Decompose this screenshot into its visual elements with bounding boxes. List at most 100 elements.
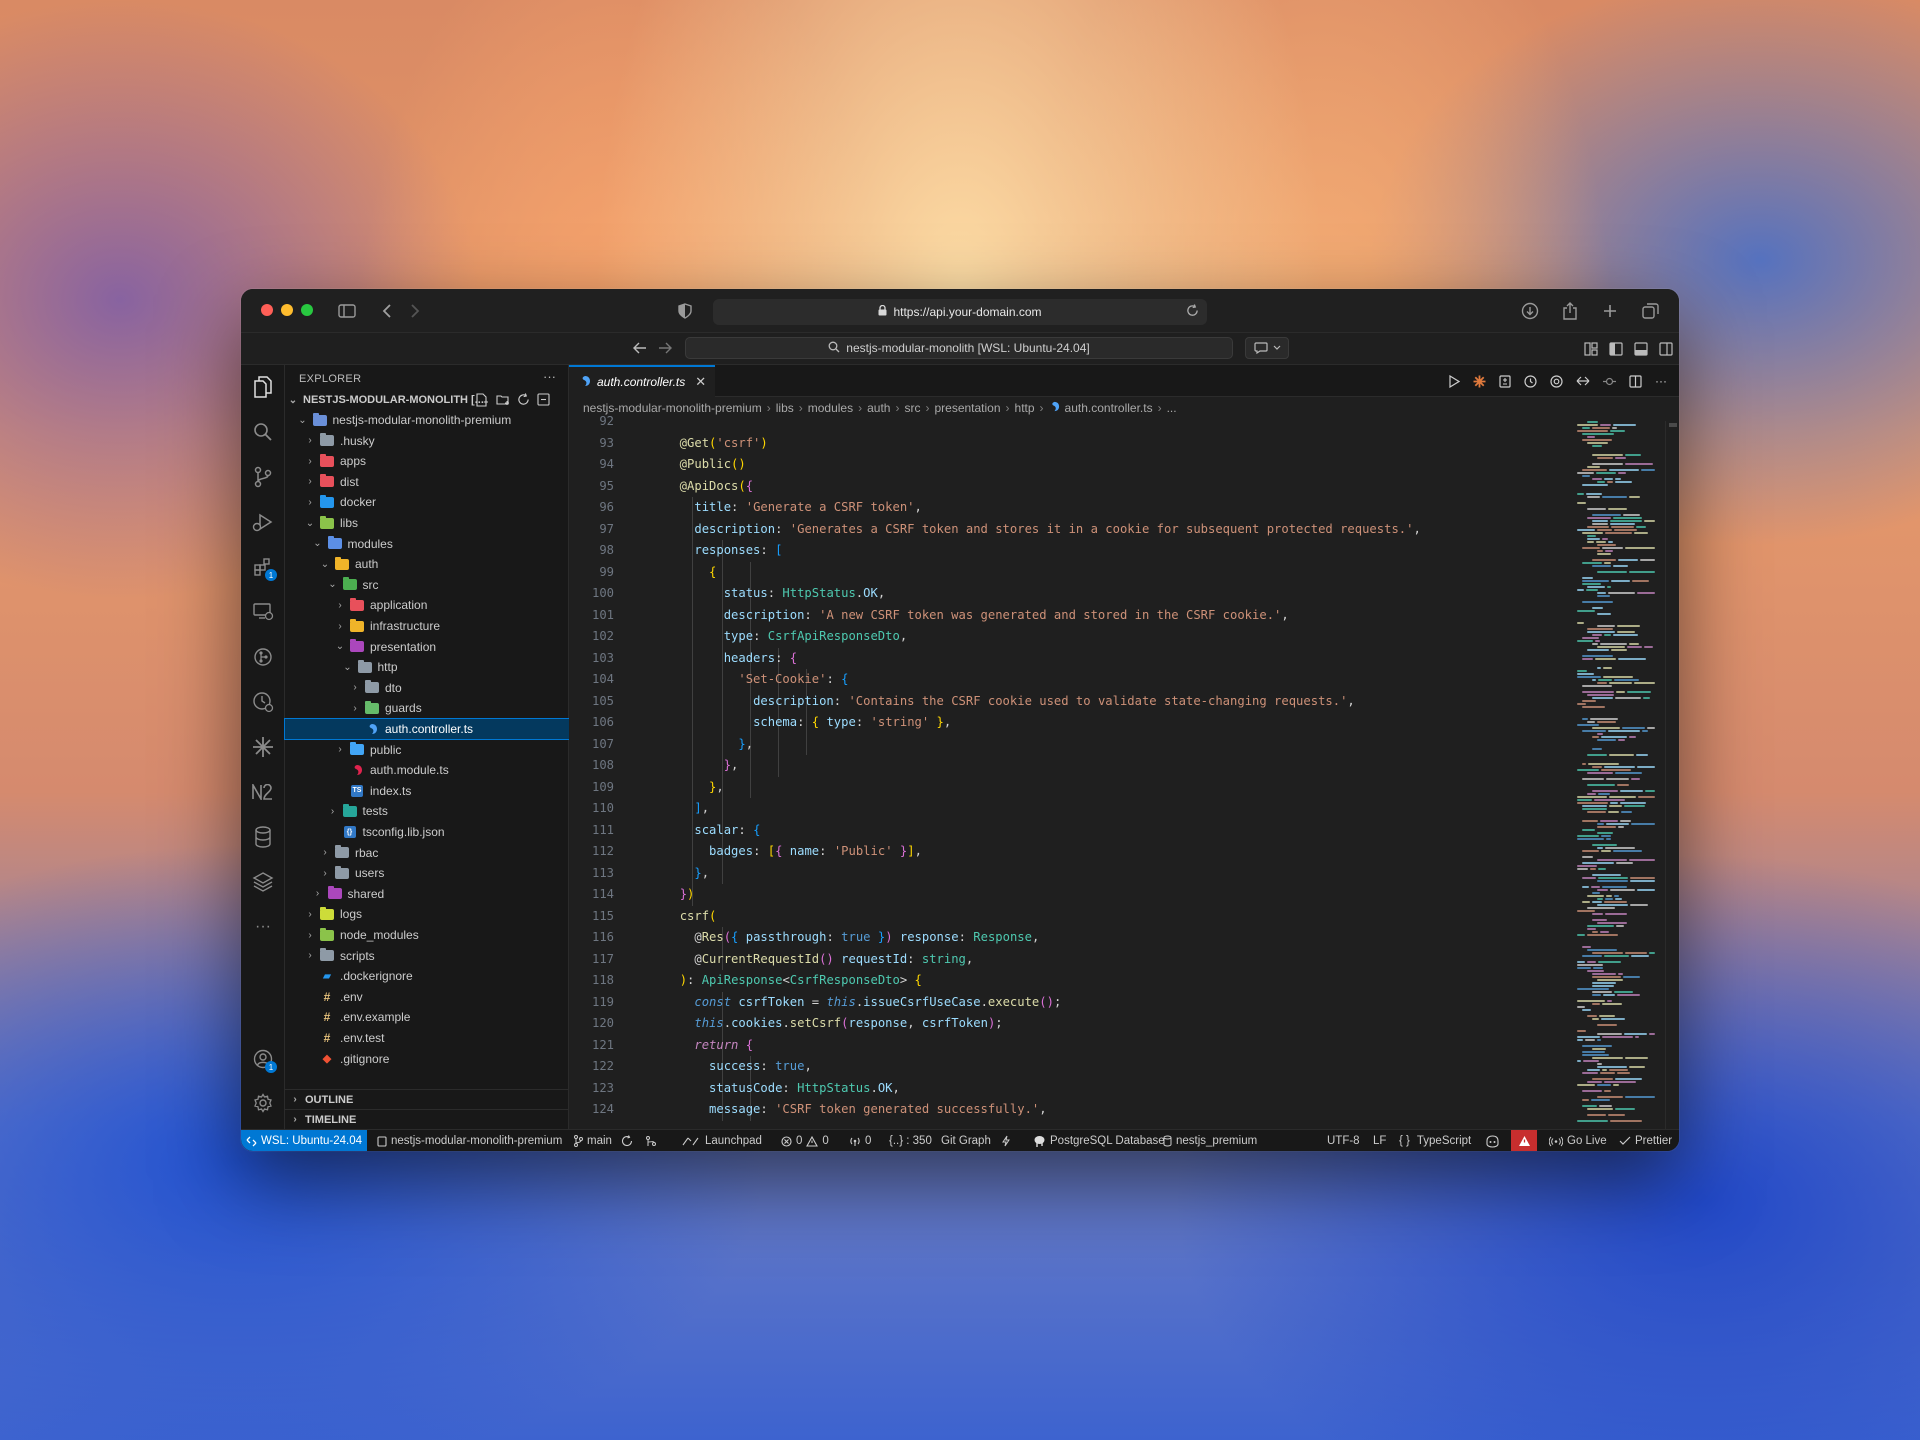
tree-folder[interactable]: › guards — [285, 698, 569, 718]
nav-back-icon[interactable] — [633, 341, 647, 359]
privacy-shield-icon[interactable] — [675, 299, 695, 323]
collapse-folders-icon[interactable] — [537, 393, 551, 410]
language-indicator[interactable]: { } TypeScript — [1399, 1130, 1471, 1151]
toggle-secondary-sidebar-icon[interactable] — [1659, 342, 1673, 361]
openai-icon[interactable] — [1550, 374, 1563, 388]
code-line[interactable]: type: CsrfApiResponseDto, — [665, 626, 907, 648]
tree-file[interactable]: # .env — [285, 987, 569, 1007]
breadcrumb-item[interactable]: libs — [776, 401, 794, 415]
eol-indicator[interactable]: LF — [1373, 1130, 1386, 1151]
tree-file[interactable]: ◆ .gitignore — [285, 1049, 569, 1069]
tree-folder[interactable]: › users — [285, 863, 569, 883]
breadcrumb-item[interactable]: modules — [808, 401, 853, 415]
alert-badge[interactable] — [1511, 1130, 1537, 1151]
code-view[interactable]: 92 93 @Get('csrf') 94 @Public() 95 @ApiDocs… — [569, 414, 1569, 1129]
tree-file[interactable]: TS index.ts — [285, 781, 569, 801]
git-graph-icon[interactable] — [645, 1130, 657, 1151]
code-line[interactable]: 'Set-Cookie': { — [665, 669, 848, 691]
open-changes-icon[interactable] — [1499, 374, 1511, 388]
more-views-icon[interactable]: ··· — [249, 913, 277, 941]
git-history-icon[interactable] — [249, 688, 277, 716]
tree-file[interactable]: auth.module.ts — [285, 760, 569, 780]
explorer-icon[interactable] — [249, 373, 277, 401]
run-debug-icon[interactable] — [249, 508, 277, 536]
tree-folder[interactable]: ⌄ src — [285, 575, 569, 595]
back-icon[interactable] — [377, 299, 397, 323]
nx-console-icon[interactable] — [249, 778, 277, 806]
outline-section[interactable]: › OUTLINE — [285, 1089, 569, 1109]
code-line[interactable]: @CurrentRequestId() requestId: string, — [665, 949, 973, 971]
breadcrumb-item[interactable]: auth — [867, 401, 890, 415]
code-line[interactable]: ], — [665, 798, 709, 820]
git-commit-icon[interactable] — [1603, 375, 1616, 388]
tree-file[interactable]: {} tsconfig.lib.json — [285, 822, 569, 842]
tree-file[interactable]: ▰ .dockerignore — [285, 966, 569, 986]
problems-indicator[interactable]: 0 0 — [781, 1130, 829, 1151]
tree-folder[interactable]: › .husky — [285, 431, 569, 451]
code-line[interactable]: @Public() — [665, 454, 746, 476]
tree-file[interactable]: auth.controller.ts — [284, 718, 570, 740]
settings-gear-icon[interactable] — [249, 1089, 277, 1117]
code-line[interactable]: description: 'Contains the CSRF cookie u… — [665, 691, 1355, 713]
close-tab-icon[interactable]: ✕ — [695, 374, 706, 390]
tree-folder[interactable]: ⌄ libs — [285, 513, 569, 533]
database-icon[interactable] — [249, 823, 277, 851]
tree-folder[interactable]: ⌄ modules — [285, 534, 569, 554]
code-line[interactable]: responses: [ — [665, 540, 782, 562]
sidebar-toggle-icon[interactable] — [335, 299, 359, 323]
tree-folder[interactable]: ⌄ auth — [285, 554, 569, 574]
code-line[interactable]: badges: [{ name: 'Public' }], — [665, 841, 922, 863]
tree-folder[interactable]: › docker — [285, 492, 569, 512]
workspace-root-header[interactable]: ⌄ NESTJS-MODULAR-MONOLITH [... — [285, 390, 569, 410]
source-control-icon[interactable] — [249, 463, 277, 491]
code-line[interactable]: }, — [665, 777, 724, 799]
reload-icon[interactable] — [1186, 304, 1199, 320]
breadcrumb-item[interactable]: http — [1015, 401, 1035, 415]
code-line[interactable]: }, — [665, 755, 739, 777]
encoding-indicator[interactable]: UTF-8 — [1327, 1130, 1360, 1151]
extensions-icon[interactable]: 1 — [249, 553, 277, 581]
layers-icon[interactable] — [249, 868, 277, 896]
cursor-position[interactable]: {..} : 350 — [889, 1130, 932, 1151]
git-branch-indicator[interactable]: main — [573, 1130, 612, 1151]
new-folder-icon[interactable] — [496, 393, 510, 410]
timeline-section[interactable]: › TIMELINE — [285, 1109, 569, 1129]
code-line[interactable]: { — [665, 562, 716, 584]
tree-folder[interactable]: › logs — [285, 904, 569, 924]
new-file-icon[interactable] — [475, 393, 489, 410]
code-line[interactable]: statusCode: HttpStatus.OK, — [665, 1078, 900, 1100]
editor-more-actions-icon[interactable]: ··· — [1655, 374, 1667, 388]
timeline-history-icon[interactable] — [1524, 374, 1537, 388]
tree-folder[interactable]: › tests — [285, 801, 569, 821]
ai-spark-icon[interactable] — [249, 733, 277, 761]
tree-folder[interactable]: › node_modules — [285, 925, 569, 945]
code-line[interactable]: scalar: { — [665, 820, 760, 842]
toggle-primary-sidebar-icon[interactable] — [1609, 342, 1623, 361]
share-icon[interactable] — [1559, 299, 1581, 323]
command-center-search[interactable]: nestjs-modular-monolith [WSL: Ubuntu-24.… — [685, 337, 1233, 359]
git-graph-button[interactable]: Git Graph — [941, 1130, 991, 1151]
new-tab-icon[interactable] — [1599, 299, 1621, 323]
code-line[interactable]: status: HttpStatus.OK, — [665, 583, 885, 605]
breadcrumb-item[interactable]: src — [904, 401, 920, 415]
tree-folder[interactable]: ⌄ nestjs-modular-monolith-premium — [285, 410, 569, 430]
code-line[interactable]: return { — [665, 1035, 753, 1057]
accounts-icon[interactable]: 1 — [249, 1045, 277, 1073]
ports-indicator[interactable]: 0 — [849, 1130, 871, 1151]
db-connection-indicator[interactable]: nestjs_premium — [1163, 1130, 1257, 1151]
code-line[interactable]: success: true, — [665, 1056, 812, 1078]
code-line[interactable]: @Res({ passthrough: true }) response: Re… — [665, 927, 1039, 949]
downloads-icon[interactable] — [1519, 299, 1541, 323]
explorer-more-actions-icon[interactable]: ··· — [543, 369, 556, 384]
code-line[interactable]: @Get('csrf') — [665, 433, 768, 455]
code-line[interactable]: csrf( — [665, 906, 717, 928]
tab-overview-icon[interactable] — [1639, 299, 1661, 323]
compare-icon[interactable] — [1576, 375, 1590, 387]
remote-explorer-icon[interactable] — [249, 598, 277, 626]
split-editor-icon[interactable] — [1629, 374, 1642, 388]
refresh-explorer-icon[interactable] — [517, 393, 530, 409]
code-line[interactable]: message: 'CSRF token generated successfu… — [665, 1099, 1047, 1121]
breadcrumb-item[interactable]: ... — [1167, 401, 1177, 415]
tree-folder[interactable]: › shared — [285, 884, 569, 904]
gitlens-icon[interactable] — [249, 643, 277, 671]
